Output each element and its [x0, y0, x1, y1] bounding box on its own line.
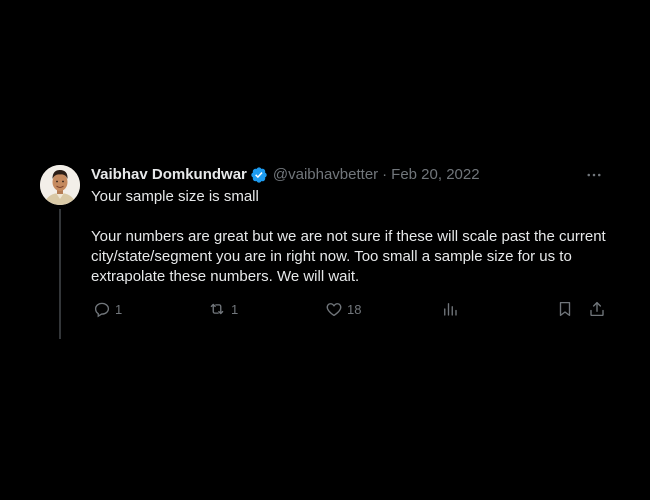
- tweet-paragraph: Your numbers are great but we are not su…: [91, 228, 606, 285]
- avatar-image: [40, 165, 80, 205]
- tweet-paragraph: Your sample size is small: [91, 188, 259, 205]
- like-count: 18: [347, 301, 362, 317]
- thread-line: [59, 209, 61, 339]
- tweet-header: Vaibhav Domkundwar @vaibhavbetter · Feb …: [91, 163, 610, 187]
- tweet-content: Vaibhav Domkundwar @vaibhavbetter · Feb …: [91, 163, 610, 287]
- retweet-count: 1: [231, 301, 239, 317]
- reply-icon: [93, 300, 111, 318]
- bookmark-icon: [556, 300, 574, 318]
- reply-button[interactable]: 1: [93, 299, 122, 319]
- reply-count: 1: [115, 301, 123, 317]
- tweet-text: Your sample size is small Your numbers a…: [91, 187, 610, 287]
- more-horizontal-icon[interactable]: [584, 165, 604, 185]
- like-button[interactable]: 18: [325, 299, 361, 319]
- tweet-actions: 1 1 18: [91, 299, 610, 319]
- avatar[interactable]: [40, 165, 80, 205]
- author-handle[interactable]: @vaibhavbetter: [273, 165, 378, 185]
- share-button[interactable]: [588, 299, 606, 319]
- verified-badge-icon: [250, 166, 268, 184]
- retweet-button[interactable]: 1: [207, 299, 238, 319]
- author-name[interactable]: Vaibhav Domkundwar: [91, 165, 247, 185]
- bookmark-button[interactable]: [556, 299, 574, 319]
- share-icon: [588, 300, 606, 318]
- heart-icon: [325, 300, 343, 318]
- tweet[interactable]: Vaibhav Domkundwar @vaibhavbetter · Feb …: [40, 163, 610, 343]
- tweet-date[interactable]: Feb 20, 2022: [391, 165, 479, 185]
- analytics-icon: [441, 300, 459, 318]
- separator-dot: ·: [382, 166, 388, 183]
- views-button[interactable]: [441, 299, 459, 319]
- retweet-icon: [207, 300, 227, 318]
